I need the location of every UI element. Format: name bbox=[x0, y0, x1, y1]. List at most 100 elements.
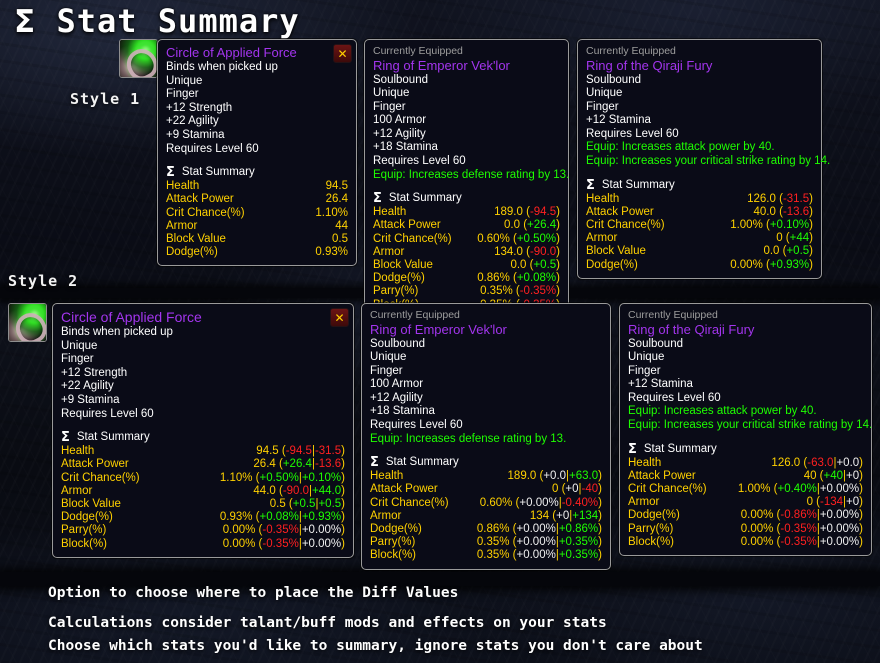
stat-value: 44 bbox=[299, 220, 348, 233]
stat-base-value: 0 ( bbox=[776, 232, 790, 245]
tooltip-equipped-1-style2[interactable]: Currently Equipped Ring of Emperor Vek'lo… bbox=[361, 303, 611, 570]
stat-value-close: ) bbox=[809, 232, 813, 245]
stat-diff-1: -63.0 bbox=[807, 456, 834, 469]
tooltip-new-item-style1[interactable]: ✕ Circle of Applied Force Binds when picke… bbox=[157, 39, 357, 267]
stat-summary-header-text: Stat Summary bbox=[76, 431, 150, 444]
item-name: Ring of the Qiraji Fury bbox=[586, 57, 713, 73]
equipped-header: Currently Equipped bbox=[373, 45, 463, 57]
stat-value-close: ) bbox=[341, 537, 345, 550]
stat-row: Block(%) 0.00% (-0.35%|+0.00%) bbox=[61, 538, 345, 551]
stat-base-value: 0 ( bbox=[551, 483, 566, 496]
stat-base-value: 0.00% ( bbox=[222, 524, 263, 537]
stat-value: 0.35% (-0.35%) bbox=[470, 285, 560, 298]
stat-base-value: 1.00% ( bbox=[737, 483, 778, 496]
stat-diff-1: -0.35% bbox=[262, 537, 299, 550]
stat-value: 0.00% (+0.93%) bbox=[703, 259, 813, 272]
stat-name: Health bbox=[370, 470, 404, 483]
item-attribute-line: Finger bbox=[61, 353, 94, 366]
sigma-icon: Σ bbox=[14, 4, 37, 40]
caption-line-2: Calculations consider talant/buff mods a… bbox=[48, 615, 607, 631]
item-name: Ring of Emperor Vek'lor bbox=[370, 321, 507, 337]
stat-row: Dodge(%) 0.00% (+0.93%) bbox=[586, 259, 813, 272]
stat-row: Dodge(%) 0.86% (+0.08%) bbox=[373, 272, 560, 285]
stat-summary-header: Σ Stat Summary bbox=[61, 430, 345, 445]
item-icon-circle-of-applied-force-style2[interactable] bbox=[8, 303, 47, 342]
stat-row: Health 126.0 (-63.0|+0.0) bbox=[628, 457, 863, 470]
stat-value: 0.00% (-0.35%|+0.00%) bbox=[725, 536, 863, 549]
stat-base-value: 0.00% ( bbox=[740, 535, 781, 548]
stat-row: Crit Chance(%) 1.00% (+0.10%) bbox=[586, 219, 813, 232]
stat-name: Health bbox=[628, 456, 662, 469]
stat-base-value: 0.0 ( bbox=[510, 259, 534, 272]
stat-name: Attack Power bbox=[61, 458, 129, 471]
stat-value-close: ) bbox=[859, 469, 863, 482]
stat-name: Block Value bbox=[373, 259, 433, 272]
close-button[interactable]: ✕ bbox=[330, 308, 349, 327]
stat-base-value: 134.0 ( bbox=[494, 245, 530, 258]
close-button[interactable]: ✕ bbox=[333, 44, 352, 63]
stat-row: Attack Power 0.0 (+26.4) bbox=[373, 219, 560, 232]
stat-value: 94.5 bbox=[299, 180, 348, 193]
stat-row: Block Value 0.0 (+0.5) bbox=[373, 259, 560, 272]
stat-row: Attack Power 0 (+0|-40) bbox=[370, 483, 602, 496]
stat-base-value: 1.10% ( bbox=[219, 471, 260, 484]
tooltip-spacer bbox=[61, 421, 345, 429]
item-attribute-line: Unique bbox=[61, 339, 98, 352]
item-attribute-line: Finger bbox=[628, 364, 661, 377]
stat-row: Dodge(%) 0.86% (+0.00%|+0.86%) bbox=[370, 523, 602, 536]
stat-value: 1.00% (+0.40%|+0.00%) bbox=[725, 483, 863, 496]
stat-diff: +0.5 bbox=[533, 259, 557, 272]
stat-name: Dodge(%) bbox=[586, 258, 638, 271]
stat-base-value: 0.00% ( bbox=[740, 509, 781, 522]
equip-effect-line: Equip: Increases your critical strike ra… bbox=[586, 155, 831, 168]
stat-diff-2: +134 bbox=[572, 509, 599, 522]
stat-value: 134.0 (-90.0) bbox=[470, 246, 560, 259]
stat-name: Dodge(%) bbox=[370, 523, 422, 536]
stat-value-close: ) bbox=[598, 549, 602, 562]
stat-name: Attack Power bbox=[370, 483, 438, 496]
tooltip-equipped-1-style1[interactable]: Currently Equipped Ring of Emperor Vek'lo… bbox=[364, 39, 569, 319]
sigma-icon: Σ bbox=[373, 191, 382, 207]
stat-row: Dodge(%) 0.93% (+0.08%|+0.93%) bbox=[61, 511, 345, 524]
stat-diff: +0.50% bbox=[516, 232, 557, 245]
stat-value-close: ) bbox=[859, 496, 863, 509]
stat-name: Attack Power bbox=[628, 469, 696, 482]
tooltip-new-item-style2[interactable]: ✕ Circle of Applied Force Binds when picke… bbox=[52, 303, 354, 558]
stat-base-value: 0.93% ( bbox=[219, 511, 260, 524]
item-attribute-line: Soulbound bbox=[370, 337, 425, 350]
item-attribute-line: 100 Armor bbox=[373, 114, 427, 127]
stat-value-close: ) bbox=[809, 205, 813, 218]
stat-diff: +26.4 bbox=[527, 219, 557, 232]
item-icon-circle-of-applied-force-style1[interactable] bbox=[119, 39, 158, 78]
stat-base-value: 126.0 ( bbox=[771, 456, 808, 469]
stat-base-value: 0.0 ( bbox=[763, 245, 787, 258]
stat-base-value: 0.00% ( bbox=[730, 258, 770, 271]
stat-row: Attack Power 40 (+40|+0) bbox=[628, 470, 863, 483]
stat-row: Attack Power 26.4 bbox=[166, 193, 348, 206]
stat-diff-1: -94.5 bbox=[285, 445, 312, 458]
tooltip-equipped-2-style2[interactable]: Currently Equipped Ring of the Qiraji Fur… bbox=[619, 303, 872, 557]
stat-diff-1: +26.4 bbox=[282, 458, 312, 471]
stat-value: 0.86% (+0.08%) bbox=[470, 272, 560, 285]
stat-value: 0 (+44) bbox=[703, 232, 813, 245]
stat-row: Armor 134 (+0|+134) bbox=[370, 510, 602, 523]
stat-diff-1: -0.86% bbox=[780, 509, 817, 522]
stat-summary-table: Health 94.5 Attack Power 26.4 Crit Chance(%)… bbox=[166, 180, 348, 259]
equipped-header: Currently Equipped bbox=[586, 45, 676, 57]
stat-value: 0.0 (+0.5) bbox=[703, 245, 813, 258]
stat-value-close: ) bbox=[556, 219, 560, 232]
equipped-header: Currently Equipped bbox=[370, 309, 460, 321]
stat-value: 44.0 (-90.0|+44.0) bbox=[179, 485, 345, 498]
stat-value-close: ) bbox=[341, 445, 345, 458]
caption-line-1: Option to choose where to place the Diff… bbox=[48, 585, 459, 601]
stat-value-close: ) bbox=[809, 258, 813, 271]
tooltip-equipped-2-style1[interactable]: Currently Equipped Ring of the Qiraji Fur… bbox=[577, 39, 831, 279]
stat-name: Armor bbox=[628, 496, 660, 509]
stat-name: Crit Chance(%) bbox=[586, 219, 665, 232]
stat-diff-1: +0 bbox=[565, 483, 579, 496]
stat-name: Crit Chance(%) bbox=[628, 483, 707, 496]
stat-row: Health 189.0 (-94.5) bbox=[373, 206, 560, 219]
stat-base-value: 0.60% ( bbox=[477, 232, 517, 245]
stat-value: 0.00% (-0.35%|+0.00%) bbox=[725, 523, 863, 536]
stat-name: Armor bbox=[166, 219, 198, 232]
